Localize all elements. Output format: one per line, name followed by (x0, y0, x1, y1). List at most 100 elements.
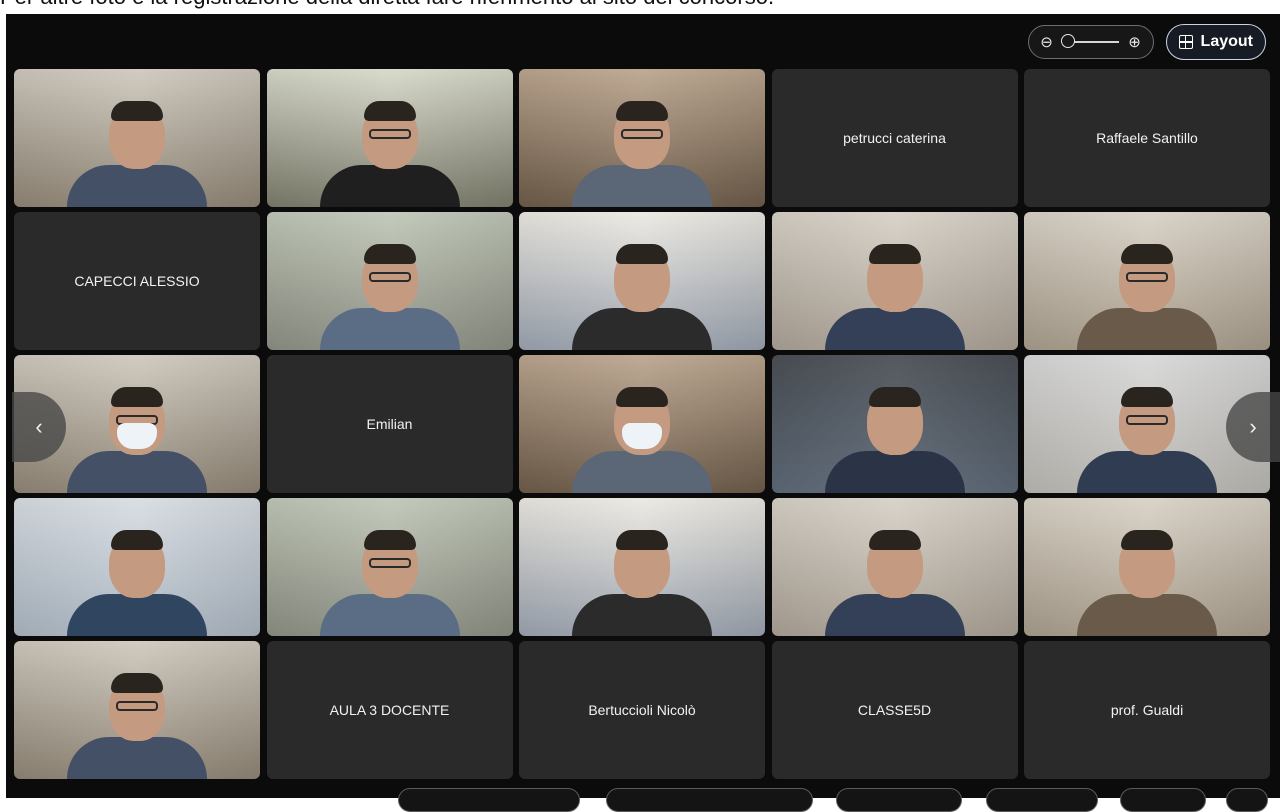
participant-head (361, 244, 418, 312)
participant-video-tile[interactable] (519, 498, 765, 636)
participant-name-tile[interactable]: Emilian (266, 355, 513, 493)
participant-head (614, 244, 670, 312)
participant-video-tile[interactable] (771, 212, 1018, 350)
zoom-in-icon[interactable]: ⊕ (1127, 33, 1143, 51)
participant-head (614, 530, 670, 598)
bottom-control[interactable] (986, 788, 1098, 812)
participant-hair (868, 387, 921, 407)
participant-head (614, 387, 670, 455)
zoom-slider-knob[interactable] (1060, 34, 1075, 48)
participant-name: Bertuccioli Nicolò (588, 702, 696, 718)
zoom-out-icon[interactable]: ⊖ (1039, 33, 1055, 51)
participant-video (1077, 387, 1217, 493)
participant-video (824, 387, 965, 493)
participant-body (572, 594, 712, 636)
participant-head (866, 244, 923, 312)
participant-video-tile[interactable] (519, 355, 765, 493)
bottom-control[interactable] (1120, 788, 1206, 812)
participant-head (109, 387, 165, 455)
participant-head (109, 673, 165, 741)
layout-button[interactable]: Layout (1165, 24, 1266, 60)
participant-video-tile[interactable] (14, 69, 260, 207)
participant-video-tile[interactable] (266, 498, 513, 636)
participant-body (824, 451, 965, 493)
participant-name-tile[interactable]: petrucci caterina (771, 69, 1018, 207)
participant-video (824, 530, 965, 636)
chevron-right-icon: › (1249, 414, 1257, 439)
participant-name-tile[interactable]: prof. Gualdi (1024, 641, 1270, 779)
bottom-control[interactable] (606, 788, 813, 812)
participant-body (319, 594, 460, 636)
participant-name-tile[interactable]: Raffaele Santillo (1024, 69, 1270, 207)
participant-body (824, 594, 965, 636)
participant-hair (111, 673, 163, 693)
participant-video-tile[interactable] (1024, 498, 1270, 636)
participant-name-tile[interactable]: CLASSE5D (771, 641, 1018, 779)
participant-name: prof. Gualdi (1110, 702, 1184, 718)
participant-head (1119, 530, 1175, 598)
participant-name-tile[interactable]: Bertuccioli Nicolò (519, 641, 765, 779)
glasses (116, 701, 158, 711)
glasses (1126, 272, 1168, 282)
zoom-slider[interactable] (1060, 34, 1119, 48)
participant-hair (616, 387, 668, 407)
participant-name: CAPECCI ALESSIO (74, 273, 200, 289)
participant-name: Raffaele Santillo (1096, 130, 1198, 146)
participant-grid: petrucci caterina Raffaele Santillo CAPECC… (14, 69, 1270, 783)
participant-head (614, 101, 670, 169)
participant-hair (616, 244, 668, 264)
participant-video (572, 387, 712, 493)
face-mask (622, 423, 662, 449)
participant-hair (616, 101, 668, 121)
participant-hair (1121, 530, 1173, 550)
layout-button-label: Layout (1200, 33, 1253, 50)
participant-head (866, 530, 923, 598)
participant-body (1077, 308, 1217, 350)
participant-body (319, 165, 460, 207)
participant-body (572, 308, 712, 350)
participant-video (1077, 244, 1217, 350)
participant-video (319, 244, 460, 350)
participant-name: AULA 3 DOCENTE (329, 702, 450, 718)
participant-video-tile[interactable] (266, 69, 513, 207)
zoom-control[interactable]: ⊖ ⊕ (1027, 25, 1154, 59)
grid-layout-icon (1178, 35, 1193, 49)
participant-head (361, 101, 418, 169)
participant-video-tile[interactable] (266, 212, 513, 350)
participant-video-tile[interactable] (14, 498, 260, 636)
participant-video-tile[interactable] (1024, 212, 1270, 350)
participant-video-tile[interactable] (519, 69, 765, 207)
top-toolbar: ⊖ ⊕ Layout (1027, 24, 1266, 60)
participant-body (572, 451, 712, 493)
participant-hair (1121, 244, 1173, 264)
glasses (621, 129, 663, 139)
participant-head (109, 101, 165, 169)
participant-name-tile[interactable]: CAPECCI ALESSIO (14, 212, 260, 350)
bottom-control[interactable] (1226, 788, 1268, 812)
video-meeting-window: ⊖ ⊕ Layout petrucci caterina Raffaele San… (6, 14, 1280, 812)
participant-hair (1121, 387, 1173, 407)
participant-name: petrucci caterina (843, 130, 946, 146)
bottom-control[interactable] (836, 788, 962, 812)
glasses (1126, 415, 1168, 425)
participant-body (1077, 594, 1217, 636)
page-caption: Per altre foto e la registrazione della … (0, 0, 1280, 8)
participant-video-tile[interactable] (771, 498, 1018, 636)
participant-video-tile[interactable] (14, 641, 260, 779)
participant-video-tile[interactable] (771, 355, 1018, 493)
participant-video (319, 101, 460, 207)
participant-video-tile[interactable] (519, 212, 765, 350)
participant-name-tile[interactable]: AULA 3 DOCENTE (266, 641, 513, 779)
bottom-control[interactable] (398, 788, 580, 812)
participant-body (67, 737, 207, 779)
bottom-controls-bar (6, 784, 1280, 812)
participant-hair (111, 101, 163, 121)
participant-hair (868, 244, 921, 264)
participant-video (67, 673, 207, 779)
participant-name: CLASSE5D (857, 702, 932, 718)
participant-hair (616, 530, 668, 550)
participant-body (1077, 451, 1217, 493)
face-mask (117, 423, 157, 449)
participant-video (824, 244, 965, 350)
glasses (368, 272, 411, 282)
